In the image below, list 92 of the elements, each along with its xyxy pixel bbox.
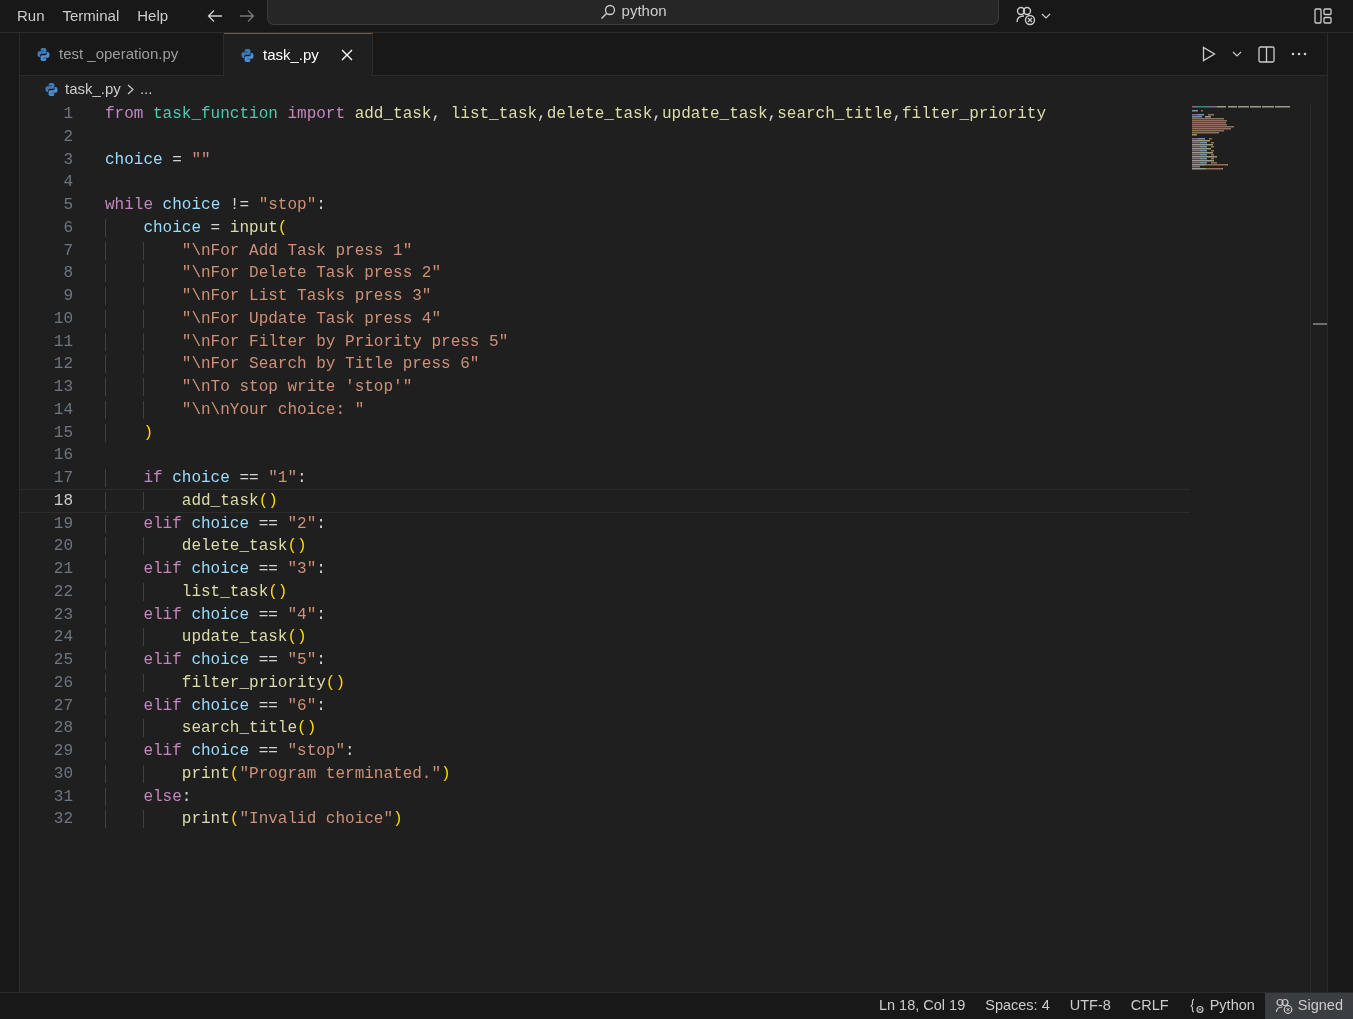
code-line: search_title() xyxy=(105,717,317,739)
menu-item[interactable]: Run xyxy=(8,4,54,28)
back-arrow-icon[interactable] xyxy=(207,9,224,23)
line-number: 24 xyxy=(52,627,73,648)
code-line: choice = "" xyxy=(105,149,211,171)
copilot-icon xyxy=(1274,998,1293,1014)
search-icon xyxy=(599,3,616,20)
code-line: elif choice == "4": xyxy=(105,603,326,626)
scrollbar-thumb[interactable] xyxy=(1313,323,1327,325)
line-number: 16 xyxy=(52,445,73,466)
status-item[interactable]: Python xyxy=(1178,993,1265,1019)
line-number: 6 xyxy=(62,217,73,239)
line-number: 18 xyxy=(52,490,73,512)
code-line: delete_task() xyxy=(105,535,307,557)
status-item[interactable]: Signed xyxy=(1264,993,1353,1019)
code-line: print("Program terminated.") xyxy=(105,762,451,785)
line-number: 15 xyxy=(52,422,73,444)
python-file-icon xyxy=(44,82,59,97)
line-number: 19 xyxy=(52,513,73,535)
line-number: 13 xyxy=(52,377,73,398)
code-line: filter_priority() xyxy=(105,671,346,694)
code-line: "\nFor Update Task press 4" xyxy=(105,307,442,330)
line-number: 32 xyxy=(52,809,73,830)
line-number: 7 xyxy=(62,240,73,262)
code-line: add_task() xyxy=(105,489,278,512)
code-line: ) xyxy=(105,421,153,444)
line-number: 17 xyxy=(52,468,73,489)
editor-tab[interactable]: task_.py xyxy=(224,33,373,76)
code-line: "\nFor Search by Title press 6" xyxy=(105,353,480,375)
code-line: while choice != "stop": xyxy=(105,195,326,216)
code-line: elif choice == "3": xyxy=(105,558,326,580)
code-line: from task_function import add_task, list_task,delete_task,update_task,search_title,filter_priority xyxy=(105,104,1047,125)
line-number: 11 xyxy=(52,331,73,353)
line-number: 30 xyxy=(52,763,73,785)
code-line: choice = input( xyxy=(105,216,288,239)
line-number: 12 xyxy=(52,354,73,375)
line-number: 21 xyxy=(52,559,73,580)
run-icon[interactable] xyxy=(1202,46,1216,62)
status-item[interactable]: UTF-8 xyxy=(1059,993,1121,1019)
line-number: 1 xyxy=(62,104,73,125)
code-line: "\nFor List Tasks press 3" xyxy=(105,285,432,307)
code-line: "\nFor Add Task press 1" xyxy=(105,239,413,262)
python-file-icon xyxy=(36,47,51,62)
code-line: elif choice == "5": xyxy=(105,649,326,671)
line-number: 4 xyxy=(62,172,73,193)
split-editor-icon[interactable] xyxy=(1258,45,1275,63)
code-line: print("Invalid choice") xyxy=(105,808,403,830)
code-line: elif choice == "stop": xyxy=(105,740,355,762)
line-number: 2 xyxy=(62,126,73,148)
line-number: 28 xyxy=(52,718,73,739)
status-item[interactable]: CRLF xyxy=(1120,993,1179,1019)
line-number: 5 xyxy=(62,195,73,216)
layout-icon[interactable] xyxy=(1314,8,1332,24)
line-number: 3 xyxy=(62,149,73,171)
code-line: "\nTo stop write 'stop'" xyxy=(105,376,413,398)
braces-icon xyxy=(1188,998,1205,1014)
chevron-right-icon xyxy=(126,84,134,95)
line-number: 14 xyxy=(52,399,73,421)
line-number: 27 xyxy=(52,695,73,717)
line-number: 20 xyxy=(52,536,73,557)
status-item[interactable]: Ln 18, Col 19 xyxy=(868,993,976,1019)
line-number: 9 xyxy=(62,286,73,307)
code-line: elif choice == "2": xyxy=(105,512,326,535)
line-number: 8 xyxy=(62,263,73,284)
code-line: if choice == "1": xyxy=(105,467,307,489)
copilot-icon[interactable] xyxy=(1015,6,1038,26)
more-icon[interactable] xyxy=(1291,52,1307,56)
python-file-icon xyxy=(240,47,255,63)
line-number: 10 xyxy=(52,308,73,330)
code-line: "\nFor Filter by Priority press 5" xyxy=(105,330,509,353)
code-line: list_task() xyxy=(105,580,288,603)
code-line: "\nFor Delete Task press 2" xyxy=(105,262,442,284)
menu-item[interactable]: Terminal xyxy=(53,4,129,28)
code-line: update_task() xyxy=(105,626,307,648)
menu-item[interactable]: Help xyxy=(128,4,178,28)
code-line: elif choice == "6": xyxy=(105,694,326,717)
close-icon[interactable] xyxy=(340,49,353,61)
line-number: 29 xyxy=(52,741,73,762)
status-item[interactable]: Spaces: 4 xyxy=(975,993,1060,1019)
line-number: 22 xyxy=(52,581,73,603)
line-number: 31 xyxy=(52,786,73,808)
forward-arrow-icon[interactable] xyxy=(239,9,256,23)
line-number: 23 xyxy=(52,604,73,626)
breadcrumb-item[interactable]: task_.py xyxy=(65,78,121,101)
code-line: "\n\nYour choice: " xyxy=(105,398,365,421)
chevron-down-icon[interactable] xyxy=(1232,51,1242,57)
search-field[interactable]: python xyxy=(267,0,1000,25)
code-line: else: xyxy=(105,785,192,808)
chevron-down-icon[interactable] xyxy=(1041,13,1052,19)
line-number: 26 xyxy=(52,672,73,694)
line-number: 25 xyxy=(52,650,73,671)
breadcrumb-item[interactable]: ... xyxy=(139,78,153,101)
